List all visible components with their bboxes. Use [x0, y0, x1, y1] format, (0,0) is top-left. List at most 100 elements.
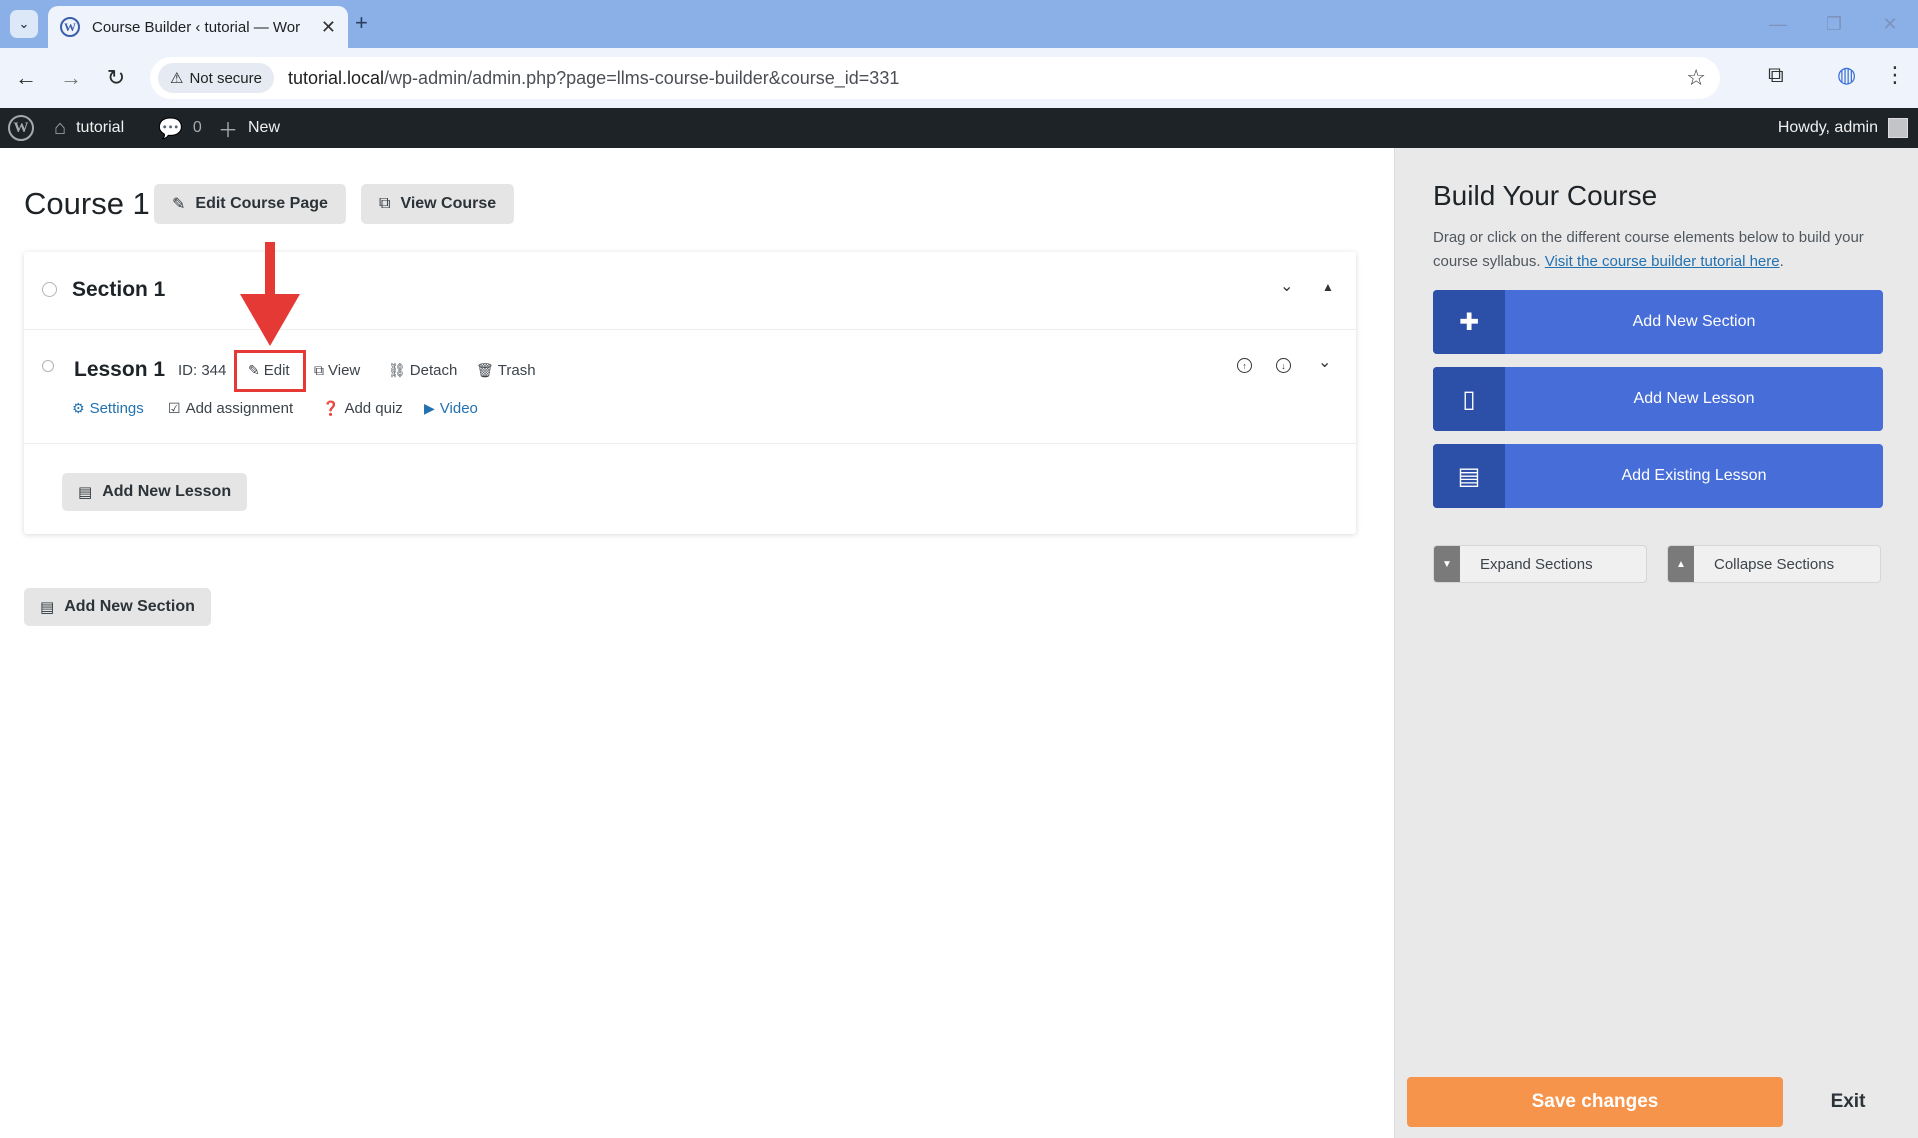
close-window-icon[interactable]: ✕: [1862, 0, 1918, 48]
lesson-detach-link[interactable]: ⛓ Detach: [388, 362, 457, 379]
file-icon: ▤: [40, 599, 55, 616]
unlink-icon: ⛓: [388, 362, 406, 378]
profile-icon[interactable]: ◍: [1837, 62, 1856, 88]
lesson-video-link[interactable]: ▶ Video: [424, 400, 478, 417]
more-menu-icon[interactable]: ⋮: [1884, 62, 1906, 88]
add-new-lesson-label: Add New Lesson: [102, 483, 232, 500]
gear-icon: ⚙: [72, 400, 85, 416]
edit-course-page-label: Edit Course Page: [195, 195, 328, 212]
checkbox-icon: ☑: [168, 400, 181, 416]
edit-icon: ✎: [172, 196, 186, 213]
lesson-select-radio[interactable]: [42, 360, 54, 372]
external-link-icon: ⧉: [379, 195, 391, 212]
lesson-title: Lesson 1: [74, 358, 166, 381]
lesson-view-label: View: [328, 362, 361, 379]
bookmark-star-icon[interactable]: ☆: [1686, 65, 1706, 91]
avatar: [1888, 118, 1908, 138]
tab-close-icon[interactable]: ✕: [321, 17, 336, 38]
back-icon[interactable]: ←: [10, 62, 42, 94]
lesson-settings-link[interactable]: ⚙ Settings: [72, 400, 144, 417]
url-host: tutorial.local: [288, 67, 385, 88]
security-chip[interactable]: ⚠ Not secure: [158, 63, 274, 93]
trash-icon: 🗑: [476, 362, 494, 378]
sidebar-add-existing-lesson-label: Add Existing Lesson: [1621, 467, 1767, 484]
wp-admin-bar: W ⌂ tutorial 💬 0 ＋ New Howdy, admin: [0, 108, 1918, 148]
browser-toolbar: ← → ↻ ⚠ Not secure tutorial.local/wp-adm…: [0, 48, 1918, 108]
tutorial-link[interactable]: Visit the course builder tutorial here: [1545, 253, 1780, 270]
red-arrow-annotation: [240, 242, 300, 346]
expand-sections-button[interactable]: ▼ Expand Sections: [1433, 545, 1647, 583]
add-assignment-link[interactable]: ☑ Add assignment: [168, 400, 293, 417]
move-down-icon[interactable]: ↓: [1276, 358, 1291, 373]
restore-icon[interactable]: ❐: [1806, 0, 1862, 48]
new-label: New: [248, 119, 281, 136]
url-text[interactable]: tutorial.local/wp-admin/admin.php?page=l…: [288, 68, 899, 89]
comment-icon: 💬: [158, 117, 183, 140]
sidebar-add-lesson-label: Add New Lesson: [1633, 390, 1755, 407]
add-new-section-button[interactable]: ▤ Add New Section: [24, 588, 211, 626]
add-new-lesson-button[interactable]: ▤ Add New Lesson: [62, 473, 248, 511]
lesson-row[interactable]: Lesson 1 ID: 344 ✎ Edit ⧉ View ⛓ Detach …: [24, 330, 1356, 444]
home-icon: ⌂: [54, 116, 67, 139]
section-collapse-chevron-icon[interactable]: ⌄: [1280, 276, 1293, 296]
site-name: tutorial: [76, 119, 125, 136]
wordpress-favicon-icon: W: [60, 17, 80, 37]
lesson-video-label: Video: [439, 400, 478, 417]
account-menu[interactable]: Howdy, admin: [1778, 108, 1908, 148]
lesson-trash-link[interactable]: 🗑 Trash: [476, 362, 536, 379]
view-course-label: View Course: [400, 195, 497, 212]
warning-icon: ⚠: [170, 70, 184, 87]
site-name-menu[interactable]: ⌂ tutorial: [54, 108, 124, 148]
comments-menu[interactable]: 💬 0: [158, 108, 202, 148]
new-content-menu[interactable]: ＋ New: [218, 108, 280, 148]
section-select-radio[interactable]: [42, 282, 57, 297]
sidebar-title: Build Your Course: [1433, 180, 1658, 211]
tutorial-suffix: .: [1779, 253, 1784, 270]
lesson-view-link[interactable]: ⧉ View: [314, 362, 360, 379]
sidebar-add-existing-lesson-button[interactable]: ▤ Add Existing Lesson: [1433, 444, 1883, 508]
minimize-icon[interactable]: —: [1750, 0, 1806, 48]
add-quiz-link[interactable]: ❓ Add quiz: [322, 400, 403, 417]
security-chip-label: Not secure: [189, 69, 262, 87]
chevron-down-icon: ⌄: [18, 16, 30, 31]
builder-sidebar: Build Your Course Drag or click on the d…: [1394, 148, 1918, 1138]
puzzle-icon: ✚: [1433, 290, 1505, 354]
question-icon: ❓: [322, 400, 340, 416]
extensions-icon[interactable]: ⧉: [1768, 62, 1784, 88]
edit-course-page-button[interactable]: ✎ Edit Course Page: [154, 184, 346, 224]
plus-icon: ＋: [218, 119, 238, 142]
wordpress-logo-icon: W: [8, 115, 34, 141]
sidebar-add-section-label: Add New Section: [1632, 313, 1756, 330]
browser-tab[interactable]: W Course Builder ‹ tutorial — Wor ✕: [48, 6, 348, 48]
section-header[interactable]: Section 1 ⌄ ▲: [24, 252, 1356, 330]
lesson-expand-chevron-icon[interactable]: ⌄: [1318, 352, 1331, 372]
reload-icon[interactable]: ↻: [100, 62, 132, 94]
tab-search-button[interactable]: ⌄: [10, 10, 38, 38]
window-controls: — ❐ ✕: [1750, 0, 1918, 48]
edit-highlight-box: [234, 350, 306, 392]
save-changes-button[interactable]: Save changes: [1407, 1077, 1783, 1127]
tab-title: Course Builder ‹ tutorial — Wor: [92, 18, 301, 36]
greeting: Howdy, admin: [1777, 119, 1878, 136]
caret-down-icon: ▼: [1434, 546, 1460, 582]
url-path: /wp-admin/admin.php?page=llms-course-bui…: [384, 67, 900, 88]
sidebar-add-section-button[interactable]: ✚ Add New Section: [1433, 290, 1883, 354]
move-up-icon[interactable]: ↑: [1237, 358, 1252, 373]
view-course-button[interactable]: ⧉ View Course: [361, 184, 515, 224]
section-card[interactable]: Section 1 ⌄ ▲ Lesson 1 ID: 344 ✎ Edit ⧉ …: [24, 252, 1356, 534]
lesson-trash-label: Trash: [497, 362, 536, 379]
comments-count: 0: [192, 119, 202, 136]
forward-icon[interactable]: →: [55, 62, 87, 94]
course-title: Course 1: [24, 186, 150, 221]
browser-tabstrip: ⌄ W Course Builder ‹ tutorial — Wor ✕ + …: [0, 0, 1918, 48]
address-bar[interactable]: ⚠ Not secure tutorial.local/wp-admin/adm…: [150, 57, 1720, 99]
section-move-up-caret-icon[interactable]: ▲: [1322, 280, 1334, 294]
sidebar-add-lesson-button[interactable]: ▯ Add New Lesson: [1433, 367, 1883, 431]
collapse-sections-label: Collapse Sections: [1714, 555, 1835, 573]
new-tab-icon[interactable]: +: [355, 10, 368, 36]
wp-logo-menu[interactable]: W: [8, 108, 34, 148]
exit-button[interactable]: Exit: [1787, 1077, 1909, 1127]
file-icon: ▯: [1433, 367, 1505, 431]
collapse-sections-button[interactable]: ▲ Collapse Sections: [1667, 545, 1881, 583]
external-link-icon: ⧉: [314, 362, 324, 378]
